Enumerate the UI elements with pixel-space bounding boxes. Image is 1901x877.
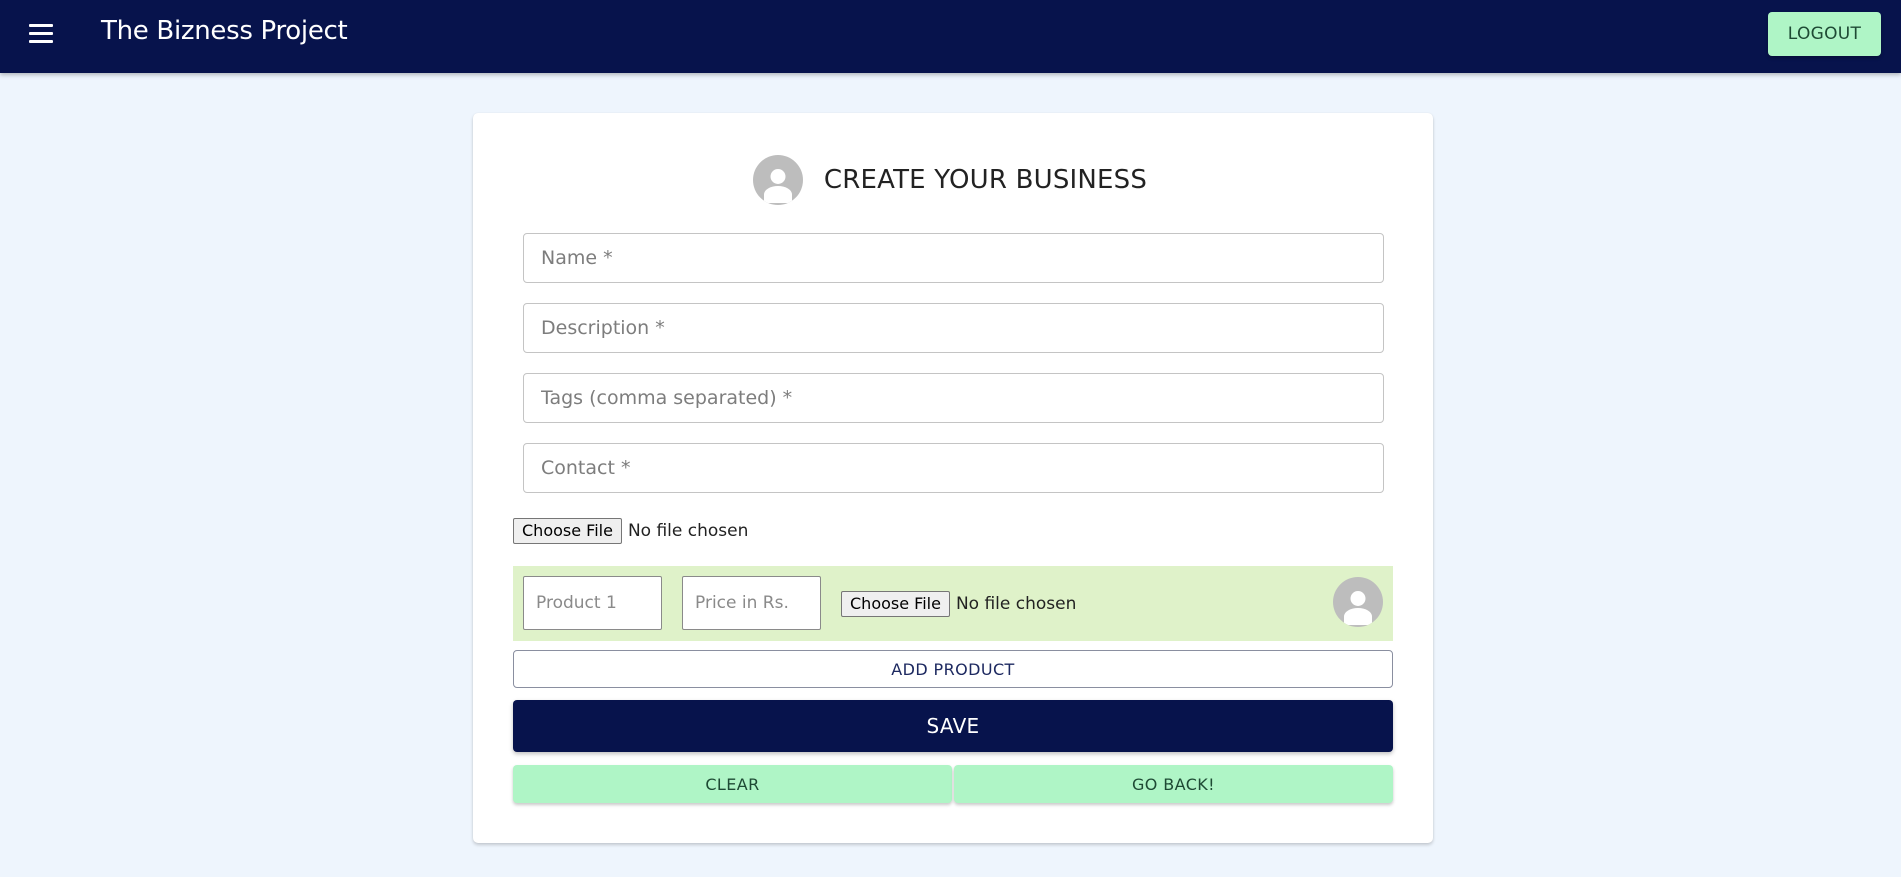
form-header: CREATE YOUR BUSINESS: [473, 153, 1433, 207]
product-file-status: No file chosen: [955, 593, 1077, 614]
create-business-card: CREATE YOUR BUSINESS Choose File No file…: [473, 113, 1433, 843]
user-avatar-icon: [752, 155, 803, 205]
business-image-file-picker: Choose File No file chosen: [513, 517, 748, 544]
product-row: Choose File No file chosen: [513, 566, 1393, 641]
form-title: CREATE YOUR BUSINESS: [823, 165, 1148, 195]
contact-field: [523, 443, 1384, 493]
contact-input[interactable]: [524, 444, 1383, 492]
app-bar: The Bizness Project LOGOUT: [0, 0, 1901, 73]
product-name-field: [523, 576, 662, 630]
tags-field: [523, 373, 1384, 423]
name-field: [523, 233, 1384, 283]
product-avatar-icon: [1333, 577, 1383, 627]
name-input[interactable]: [524, 234, 1383, 282]
add-product-button[interactable]: ADD PRODUCT: [513, 650, 1393, 688]
choose-file-button[interactable]: Choose File: [513, 517, 622, 544]
clear-button[interactable]: CLEAR: [513, 765, 952, 803]
product-choose-file-button[interactable]: Choose File: [841, 590, 950, 617]
description-input[interactable]: [524, 304, 1383, 352]
product-price-field: [682, 576, 821, 630]
tags-input[interactable]: [524, 374, 1383, 422]
product-price-input[interactable]: [683, 577, 820, 629]
description-field: [523, 303, 1384, 353]
logout-button[interactable]: LOGOUT: [1768, 12, 1881, 56]
file-status: No file chosen: [627, 520, 749, 541]
app-title: The Bizness Project: [101, 16, 348, 46]
save-button[interactable]: SAVE: [513, 700, 1393, 752]
product-name-input[interactable]: [524, 577, 661, 629]
go-back-button[interactable]: GO BACK!: [954, 765, 1393, 803]
hamburger-menu-icon[interactable]: [22, 18, 60, 48]
product-image-file-picker: Choose File No file chosen: [841, 590, 1076, 617]
